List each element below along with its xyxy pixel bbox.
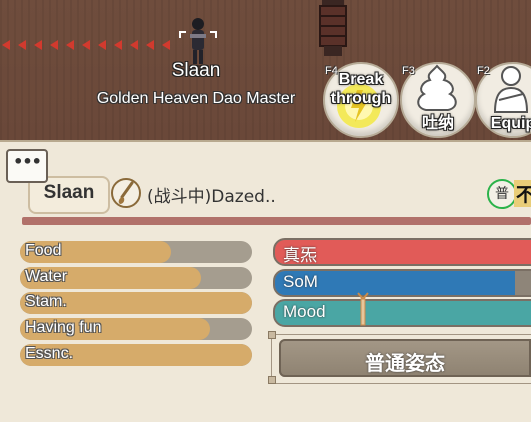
grade-badge[interactable]: 普: [487, 179, 517, 209]
player-name[interactable]: Slaan: [150, 60, 242, 82]
skill-label: Break through: [330, 71, 392, 107]
need-label: Food: [25, 242, 62, 259]
need-bar-fun[interactable]: Having fun: [20, 318, 252, 340]
ellipsis-icon: •••: [13, 152, 42, 171]
meditate-icon: [417, 64, 457, 111]
equip-icon: [493, 66, 529, 113]
skill-hotkey: F2: [477, 65, 490, 77]
skill-label: Equip: [490, 115, 531, 132]
combat-status-text: (战斗中)Dazed..: [147, 187, 276, 207]
meter-qi[interactable]: 真炁: [273, 238, 531, 266]
lantern-prop: [319, 0, 347, 56]
stance-label: 普通姿态: [365, 351, 445, 375]
need-bar-essence[interactable]: Essnc.: [20, 344, 252, 366]
need-label: Water: [25, 268, 68, 285]
mood-marker-icon: [357, 292, 369, 326]
need-label: Having fun: [25, 319, 102, 336]
meter-mood[interactable]: Mood: [273, 299, 531, 327]
player-title: Golden Heaven Dao Master: [96, 90, 296, 107]
path-arrow-trail: [2, 40, 170, 50]
need-label: Stam.: [25, 293, 67, 310]
divider-bar: [22, 217, 531, 225]
skill-equip-button[interactable]: F2 Equip: [475, 62, 531, 138]
need-label: Essnc.: [25, 345, 74, 362]
meter-label: Mood: [283, 302, 326, 321]
brush-icon[interactable]: [110, 177, 142, 209]
need-bar-food[interactable]: Food: [20, 241, 252, 263]
skill-hotkey: F3: [402, 65, 415, 77]
frame-corner: [268, 376, 276, 384]
chat-bubble-button[interactable]: •••: [6, 149, 48, 183]
meter-som[interactable]: SoM: [273, 269, 531, 297]
skill-label: 吐纳: [421, 115, 454, 132]
character-name: Slaan: [43, 182, 95, 203]
meter-label: SoM: [283, 272, 318, 291]
meter-label: 真炁: [283, 246, 317, 265]
frame-corner: [268, 331, 276, 339]
skill-breakthrough-button[interactable]: F4 Break through: [323, 62, 399, 138]
truncated-label: 不: [514, 180, 531, 207]
skill-breathing-button[interactable]: F3 吐纳: [400, 62, 476, 138]
stance-button[interactable]: 普通姿态: [279, 339, 531, 377]
need-bar-stamina[interactable]: Stam.: [20, 292, 252, 314]
need-bar-water[interactable]: Water: [20, 267, 252, 289]
